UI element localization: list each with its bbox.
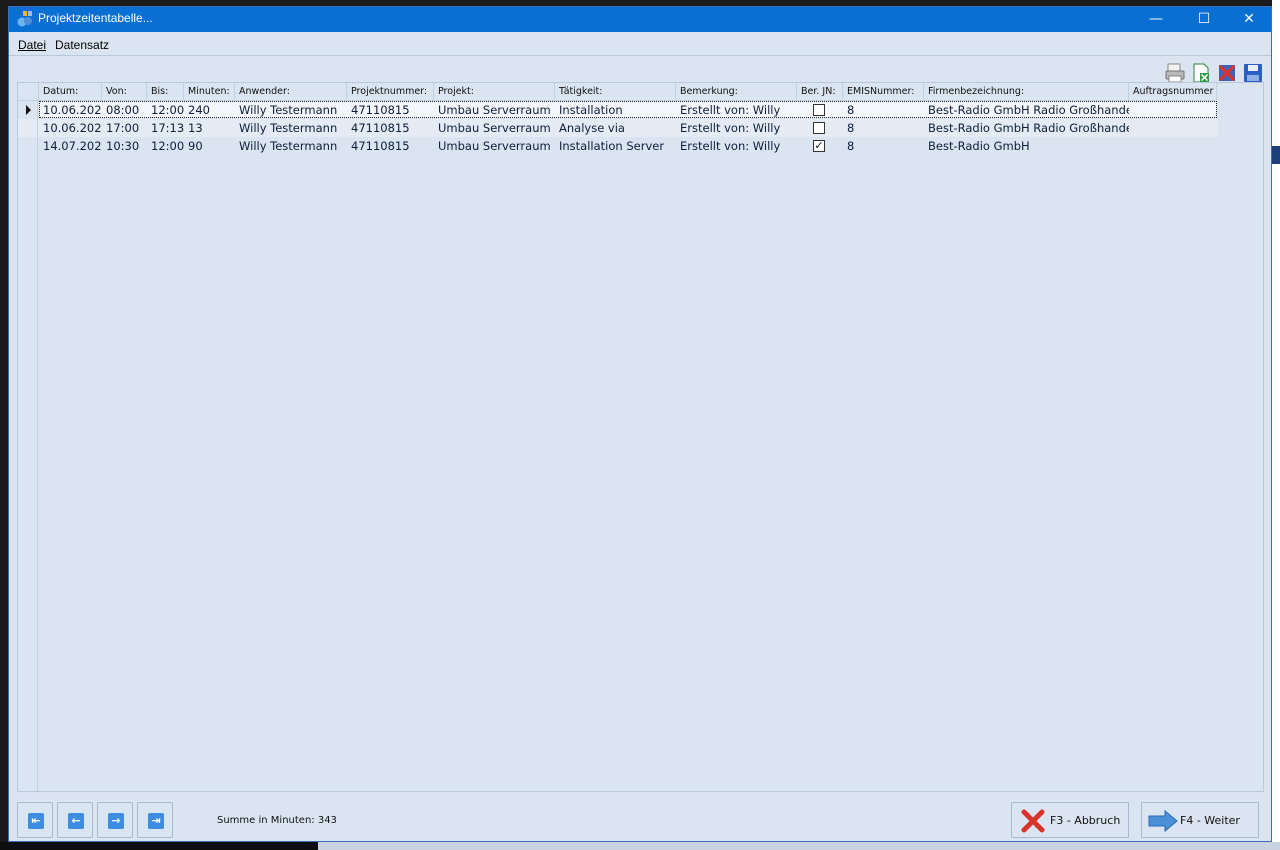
cell-auftragsnummer[interactable] — [1129, 119, 1217, 137]
menu-datensatz[interactable]: Datensatz — [55, 38, 109, 52]
row-indicator — [18, 101, 38, 119]
cell-bis[interactable]: 17:13 — [147, 119, 184, 137]
menu-bar: Datei Datensatz — [9, 32, 1271, 56]
cancel-label: F3 - Abbruch — [1050, 814, 1121, 827]
cell-bemerkung[interactable]: Erstellt von: Willy — [676, 101, 797, 119]
cell-anwender[interactable]: Willy Testermann — [235, 137, 347, 155]
minutes-sum: Summe in Minuten: 343 — [217, 815, 337, 826]
cell-projektnummer[interactable]: 47110815 — [347, 119, 434, 137]
cell-bis[interactable]: 12:00 — [147, 101, 184, 119]
first-record-button[interactable]: ⇤ — [17, 802, 53, 838]
cell-taetigkeit[interactable]: Analyse via — [555, 119, 676, 137]
column-header-auftragsnummer[interactable]: Auftragsnummer — [1129, 83, 1217, 101]
cell-bemerkung[interactable]: Erstellt von: Willy — [676, 137, 797, 155]
column-header-emisnummer[interactable]: EMISNummer: — [843, 83, 924, 101]
minimize-button[interactable]: — — [1133, 7, 1179, 32]
cell-taetigkeit[interactable]: Installation — [555, 101, 676, 119]
cell-firmenbezeichnung[interactable]: Best-Radio GmbH — [924, 137, 1129, 155]
column-header-von[interactable]: Von: — [102, 83, 147, 101]
cell-emisnummer[interactable]: 8 — [843, 119, 924, 137]
projektzeiten-window: Projektzeitentabelle... — ☐ ✕ Datei Date… — [8, 6, 1272, 842]
arrow-forward-icon — [1148, 809, 1178, 833]
table-row[interactable]: 14.07.202 10:30 12:00 90 Willy Testerman… — [18, 137, 1218, 155]
background-bar — [1272, 146, 1280, 164]
column-header-datum[interactable]: Datum: — [39, 83, 102, 101]
column-header-anwender[interactable]: Anwender: — [235, 83, 347, 101]
window-title: Projektzeitentabelle... — [38, 11, 153, 25]
next-button[interactable]: F4 - Weiter — [1141, 802, 1259, 838]
cancel-x-icon — [1021, 809, 1045, 833]
cell-bis[interactable]: 12:00 — [147, 137, 184, 155]
cell-auftragsnummer[interactable] — [1129, 101, 1217, 119]
cell-projekt[interactable]: Umbau Serverraum — [434, 137, 555, 155]
indicator-column-empty — [18, 155, 38, 791]
arrow-left-icon: ← — [68, 813, 84, 829]
cell-datum[interactable]: 10.06.202 — [39, 101, 102, 119]
arrow-right-icon: → — [108, 813, 124, 829]
cell-anwender[interactable]: Willy Testermann — [235, 119, 347, 137]
cell-projekt[interactable]: Umbau Serverraum — [434, 119, 555, 137]
column-header-projektnummer[interactable]: Projektnummer: — [347, 83, 434, 101]
cell-minuten[interactable]: 13 — [184, 119, 235, 137]
column-header-taetigkeit[interactable]: Tätigkeit: — [555, 83, 676, 101]
column-header-bis[interactable]: Bis: — [147, 83, 184, 101]
cell-projektnummer[interactable]: 47110815 — [347, 137, 434, 155]
cell-emisnummer[interactable]: 8 — [843, 137, 924, 155]
app-icon — [17, 11, 32, 27]
header-indicator — [18, 83, 39, 101]
printer-icon[interactable] — [1164, 62, 1186, 84]
background-window — [1272, 0, 1280, 850]
cell-datum[interactable]: 14.07.202 — [39, 137, 102, 155]
cell-anwender[interactable]: Willy Testermann — [235, 101, 347, 119]
table-row[interactable]: 10.06.202 08:00 12:00 240 Willy Testerma… — [18, 101, 1218, 119]
column-header-firmenbezeichnung[interactable]: Firmenbezeichnung: — [924, 83, 1129, 101]
next-label: F4 - Weiter — [1180, 814, 1240, 827]
ber-jn-checkbox[interactable] — [813, 104, 825, 116]
current-row-arrow-icon — [26, 105, 31, 115]
menu-datei[interactable]: Datei — [18, 38, 46, 52]
delete-icon[interactable] — [1216, 62, 1238, 84]
ber-jn-checkbox[interactable]: ✓ — [813, 140, 825, 152]
last-record-icon: ⇥ — [148, 813, 164, 829]
cancel-button[interactable]: F3 - Abbruch — [1011, 802, 1129, 838]
cell-firmenbezeichnung[interactable]: Best-Radio GmbH Radio Großhandel — [924, 101, 1129, 119]
column-header-minuten[interactable]: Minuten: — [184, 83, 235, 101]
table-row[interactable]: 10.06.202 17:00 17:13 13 Willy Testerman… — [18, 119, 1218, 137]
previous-record-button[interactable]: ← — [57, 802, 93, 838]
last-record-button[interactable]: ⇥ — [137, 802, 173, 838]
cell-firmenbezeichnung[interactable]: Best-Radio GmbH Radio Großhandel — [924, 119, 1129, 137]
cell-projektnummer[interactable]: 47110815 — [347, 101, 434, 119]
cell-taetigkeit[interactable]: Installation Server — [555, 137, 676, 155]
column-header-ber-jn[interactable]: Ber. JN: — [797, 83, 843, 101]
cell-von[interactable]: 08:00 — [102, 101, 147, 119]
ber-jn-checkbox[interactable] — [813, 122, 825, 134]
next-record-button[interactable]: → — [97, 802, 133, 838]
cell-auftragsnummer[interactable] — [1129, 137, 1217, 155]
excel-export-icon[interactable] — [1190, 62, 1212, 84]
close-button[interactable]: ✕ — [1226, 7, 1272, 32]
project-time-table[interactable]: Datum: Von: Bis: Minuten: Anwender: Proj… — [17, 82, 1264, 792]
cell-von[interactable]: 17:00 — [102, 119, 147, 137]
save-icon[interactable] — [1242, 62, 1264, 84]
cell-minuten[interactable]: 240 — [184, 101, 235, 119]
first-record-icon: ⇤ — [28, 813, 44, 829]
row-indicator — [18, 137, 38, 155]
maximize-button[interactable]: ☐ — [1181, 7, 1227, 32]
column-header-bemerkung[interactable]: Bemerkung: — [676, 83, 797, 101]
cell-emisnummer[interactable]: 8 — [843, 101, 924, 119]
cell-datum[interactable]: 10.06.202 — [39, 119, 102, 137]
title-bar: Projektzeitentabelle... — ☐ ✕ — [9, 7, 1271, 32]
taskbar-edge — [0, 842, 1280, 850]
cell-projekt[interactable]: Umbau Serverraum — [434, 101, 555, 119]
cell-bemerkung[interactable]: Erstellt von: Willy — [676, 119, 797, 137]
cell-von[interactable]: 10:30 — [102, 137, 147, 155]
cell-minuten[interactable]: 90 — [184, 137, 235, 155]
column-header-projekt[interactable]: Projekt: — [434, 83, 555, 101]
row-indicator — [18, 119, 38, 137]
